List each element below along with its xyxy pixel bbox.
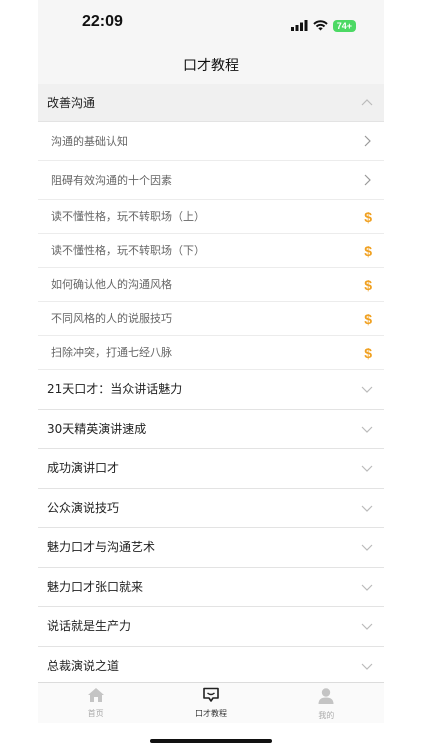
chevron-down-icon	[361, 584, 373, 591]
nav-bar: 口才教程	[38, 48, 384, 84]
chevron-down-icon	[361, 663, 373, 670]
category-row[interactable]: 总裁演说之道	[38, 646, 384, 686]
category-label: 成功演讲口才	[47, 461, 120, 475]
battery-indicator: 74+	[332, 19, 356, 32]
paid-icon: $	[364, 344, 372, 361]
category-label: 魅力口才与沟通艺术	[47, 540, 156, 554]
category-row[interactable]: 21天口才：当众讲话魅力	[38, 370, 384, 410]
chevron-right-icon	[364, 174, 371, 186]
category-label: 公众演说技巧	[47, 500, 120, 515]
lesson-row[interactable]: 读不懂性格，玩不转职场（上） $	[38, 200, 384, 234]
category-label: 总裁演说之道	[47, 658, 120, 673]
status-time: 22:09	[82, 13, 123, 30]
chevron-up-icon	[361, 98, 373, 105]
person-icon	[318, 688, 334, 704]
course-list: 改善沟通 沟通的基础认知 阻碍有效沟通的十个因素 读不懂性格，玩不转职场（上） …	[38, 84, 384, 686]
lesson-label: 沟通的基础认知	[51, 135, 128, 148]
paid-icon: $	[364, 208, 372, 225]
chevron-down-icon	[361, 465, 373, 473]
chevron-down-icon	[361, 386, 373, 394]
section-header-improve-communication[interactable]: 改善沟通	[38, 84, 384, 122]
lesson-label: 读不懂性格，玩不转职场（上）	[51, 210, 205, 223]
home-indicator[interactable]	[150, 739, 272, 743]
lesson-row[interactable]: 扫除冲突，打通七经八脉 $	[38, 336, 384, 370]
chevron-down-icon	[361, 544, 373, 552]
lesson-row[interactable]: 读不懂性格，玩不转职场（下） $	[38, 234, 384, 268]
category-row[interactable]: 说话就是生产力	[38, 607, 384, 647]
lesson-row[interactable]: 如何确认他人的沟通风格 $	[38, 268, 384, 302]
category-row[interactable]: 魅力口才张口就来	[38, 567, 384, 607]
tab-tutorials[interactable]: 口才教程	[153, 683, 268, 723]
home-icon	[87, 688, 104, 702]
paid-icon: $	[364, 310, 372, 327]
category-label: 说话就是生产力	[47, 619, 132, 633]
tab-label: 首页	[87, 709, 104, 718]
lesson-label: 不同风格的人的说服技巧	[51, 312, 172, 325]
tab-profile[interactable]: 我的	[269, 683, 384, 723]
category-label: 魅力口才张口就来	[47, 579, 144, 594]
lesson-row[interactable]: 不同风格的人的说服技巧 $	[38, 302, 384, 336]
paid-icon: $	[364, 276, 372, 293]
lesson-label: 阻碍有效沟通的十个因素	[51, 174, 172, 187]
page-title: 口才教程	[183, 58, 239, 74]
chevron-right-icon	[364, 135, 371, 147]
section-title: 改善沟通	[47, 96, 96, 110]
lesson-row[interactable]: 沟通的基础认知	[38, 122, 384, 161]
status-bar: 22:09 74+	[38, 0, 384, 48]
lesson-label: 读不懂性格，玩不转职场（下）	[51, 244, 205, 257]
lesson-label: 如何确认他人的沟通风格	[51, 278, 172, 291]
lesson-row[interactable]: 阻碍有效沟通的十个因素	[38, 161, 384, 200]
app-screen: 22:09 74+ 口才教程 改善沟通 沟通的基础认知 阻碍有效沟通的十个因素	[38, 0, 384, 750]
tab-label: 口才教程	[194, 709, 227, 718]
category-row[interactable]: 魅力口才与沟通艺术	[38, 528, 384, 568]
status-icons: 74+	[290, 16, 356, 35]
wifi-icon	[313, 16, 328, 35]
category-row[interactable]: 30天精英演讲速成	[38, 409, 384, 449]
tab-bar: 首页 口才教程 我的	[38, 682, 384, 723]
category-row[interactable]: 成功演讲口才	[38, 449, 384, 489]
tab-home[interactable]: 首页	[38, 683, 153, 723]
category-row[interactable]: 公众演说技巧	[38, 488, 384, 528]
chevron-down-icon	[361, 505, 373, 512]
tab-label: 我的	[318, 711, 335, 720]
lesson-label: 扫除冲突，打通七经八脉	[51, 346, 172, 359]
chevron-down-icon	[361, 426, 373, 433]
paid-icon: $	[364, 242, 372, 259]
chat-icon	[203, 687, 219, 702]
signal-icon	[290, 16, 308, 35]
chevron-down-icon	[361, 623, 373, 631]
category-label: 30天精英演讲速成	[47, 421, 147, 436]
category-label: 21天口才：当众讲话魅力	[47, 382, 183, 396]
